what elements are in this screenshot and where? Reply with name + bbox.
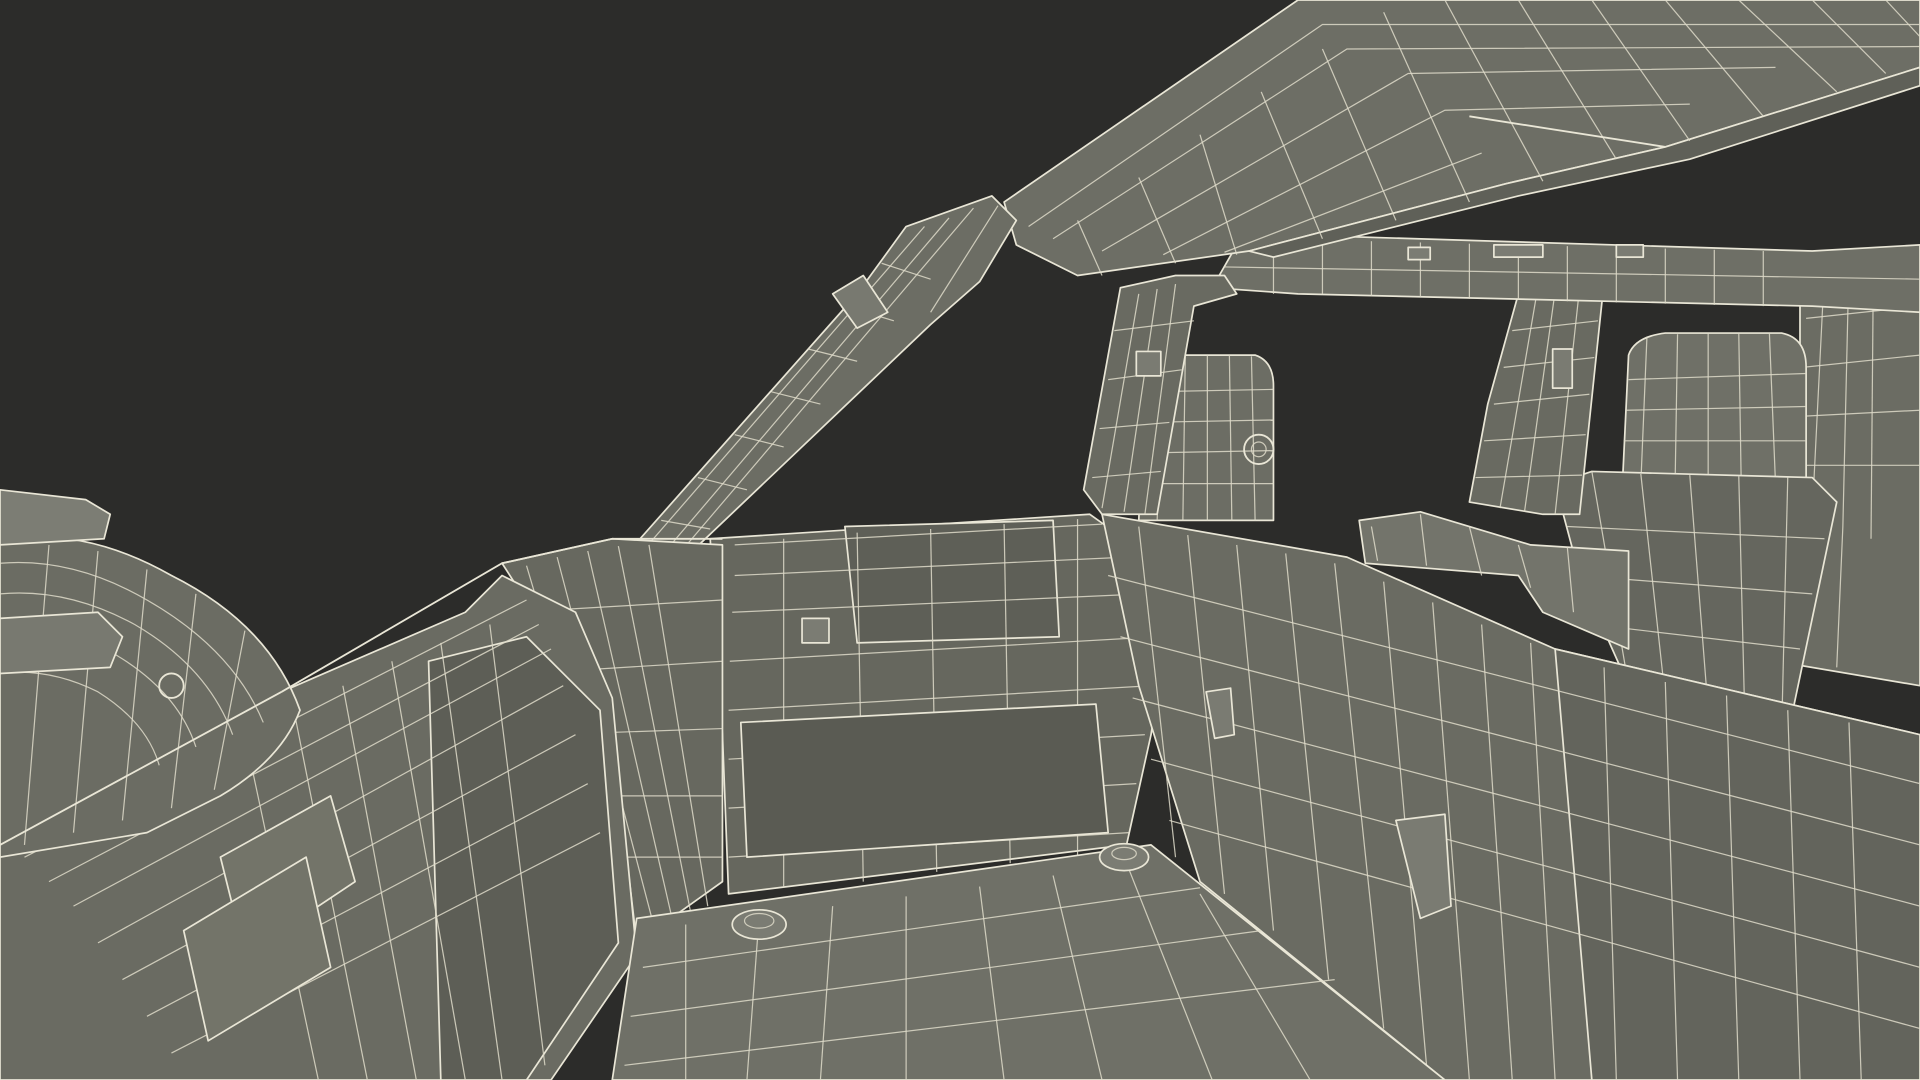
3d-viewport[interactable] <box>0 0 1920 1080</box>
front-seat-headrest-right <box>1621 332 1807 485</box>
cargo-rear-wall <box>709 513 1177 895</box>
wireframe-scene <box>0 0 1920 1080</box>
